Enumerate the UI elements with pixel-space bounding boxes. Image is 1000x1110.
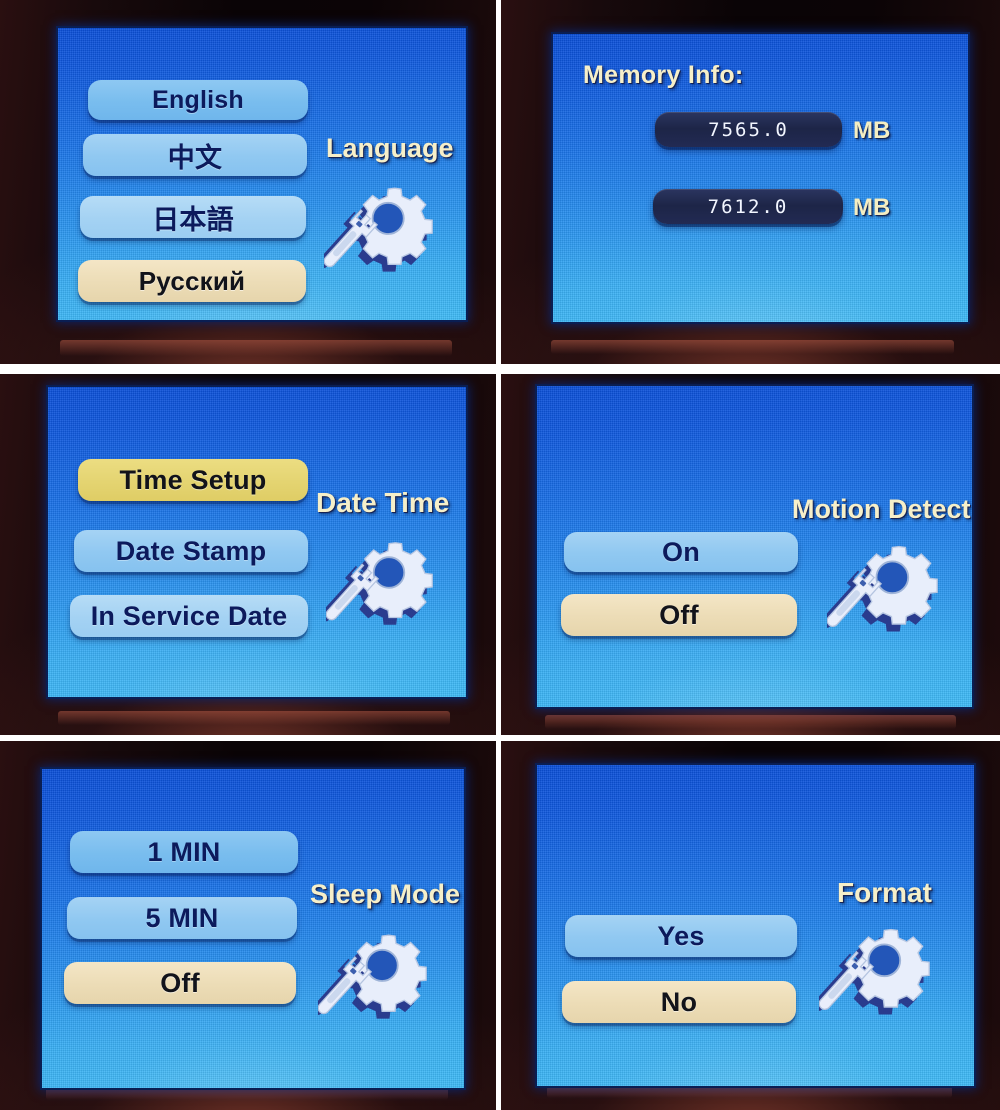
option-label: Off (659, 599, 699, 630)
lcd-screen: Memory Info: 7565.0 MB 7612.0 MB (553, 34, 968, 322)
lcd-screen: 1 MIN 5 MIN Off Sleep Mode (42, 769, 464, 1088)
panel-title: Date Time (316, 487, 450, 518)
device-panel-language: English 中文 日本語 Русский Language (0, 0, 496, 364)
option-button[interactable]: English (88, 80, 308, 120)
device-panel-motion-detect: Motion Detect On Off (501, 374, 1000, 735)
gear-wrench-icon (324, 168, 434, 278)
panel-title: Language (326, 133, 454, 163)
gear-wrench-icon (827, 526, 939, 638)
gear-wrench-icon (318, 915, 428, 1025)
memory-unit-label: MB (853, 194, 891, 221)
option-button-selected[interactable]: Русский (78, 260, 306, 302)
option-label: Off (160, 967, 200, 998)
option-button-selected[interactable]: Off (561, 594, 797, 636)
option-button[interactable]: Date Stamp (74, 530, 308, 572)
option-label: In Service Date (90, 600, 288, 631)
option-button[interactable]: 日本語 (80, 196, 306, 238)
option-label: 日本語 (152, 204, 234, 236)
option-button[interactable]: 中文 (83, 134, 307, 176)
option-button[interactable]: Yes (565, 915, 797, 957)
option-label: 1 MIN (147, 836, 221, 867)
option-label: Date Stamp (115, 535, 267, 566)
option-button-selected[interactable]: Off (64, 962, 296, 1004)
option-label: No (660, 986, 698, 1017)
memory-info-title: Memory Info: (583, 61, 744, 89)
memory-value: 7565.0 (708, 118, 789, 141)
memory-value-field[interactable]: 7612.0 (653, 189, 843, 224)
screenshot-grid: English 中文 日本語 Русский Language Memory I… (0, 0, 1000, 1110)
option-button[interactable]: In Service Date (70, 595, 308, 637)
memory-value: 7612.0 (707, 195, 789, 218)
option-label: Yes (657, 920, 705, 951)
option-label: 中文 (167, 142, 223, 174)
option-label: Русский (138, 265, 246, 296)
option-button[interactable]: On (564, 532, 798, 572)
option-button[interactable]: 1 MIN (70, 831, 298, 873)
memory-unit-label: MB (853, 117, 891, 144)
option-label: On (662, 536, 700, 567)
lcd-screen: Time Setup Date Stamp In Service Date Da… (48, 387, 466, 697)
panel-title: Motion Detect (792, 494, 971, 524)
lcd-screen: English 中文 日本語 Русский Language (58, 28, 466, 320)
memory-value-field[interactable]: 7565.0 (655, 112, 842, 147)
option-label: Time Setup (119, 464, 267, 495)
device-panel-sleep-mode: 1 MIN 5 MIN Off Sleep Mode (0, 741, 496, 1110)
option-button-selected[interactable]: Time Setup (78, 459, 308, 501)
device-panel-memory-info: Memory Info: 7565.0 MB 7612.0 MB (501, 0, 1000, 364)
gear-wrench-icon (326, 523, 434, 631)
panel-title: Sleep Mode (310, 879, 461, 909)
option-label: English (152, 85, 244, 114)
lcd-screen: Motion Detect On Off (537, 386, 972, 707)
row-gap (0, 364, 1000, 374)
panel-title: Format (837, 877, 932, 908)
option-button-selected[interactable]: No (562, 981, 796, 1023)
device-panel-date-time: Time Setup Date Stamp In Service Date Da… (0, 374, 496, 735)
device-panel-format: Format Yes No (501, 741, 1000, 1110)
gear-wrench-icon (819, 909, 931, 1021)
lcd-screen: Format Yes No (537, 765, 974, 1086)
option-label: 5 MIN (145, 902, 219, 933)
option-button[interactable]: 5 MIN (67, 897, 297, 939)
